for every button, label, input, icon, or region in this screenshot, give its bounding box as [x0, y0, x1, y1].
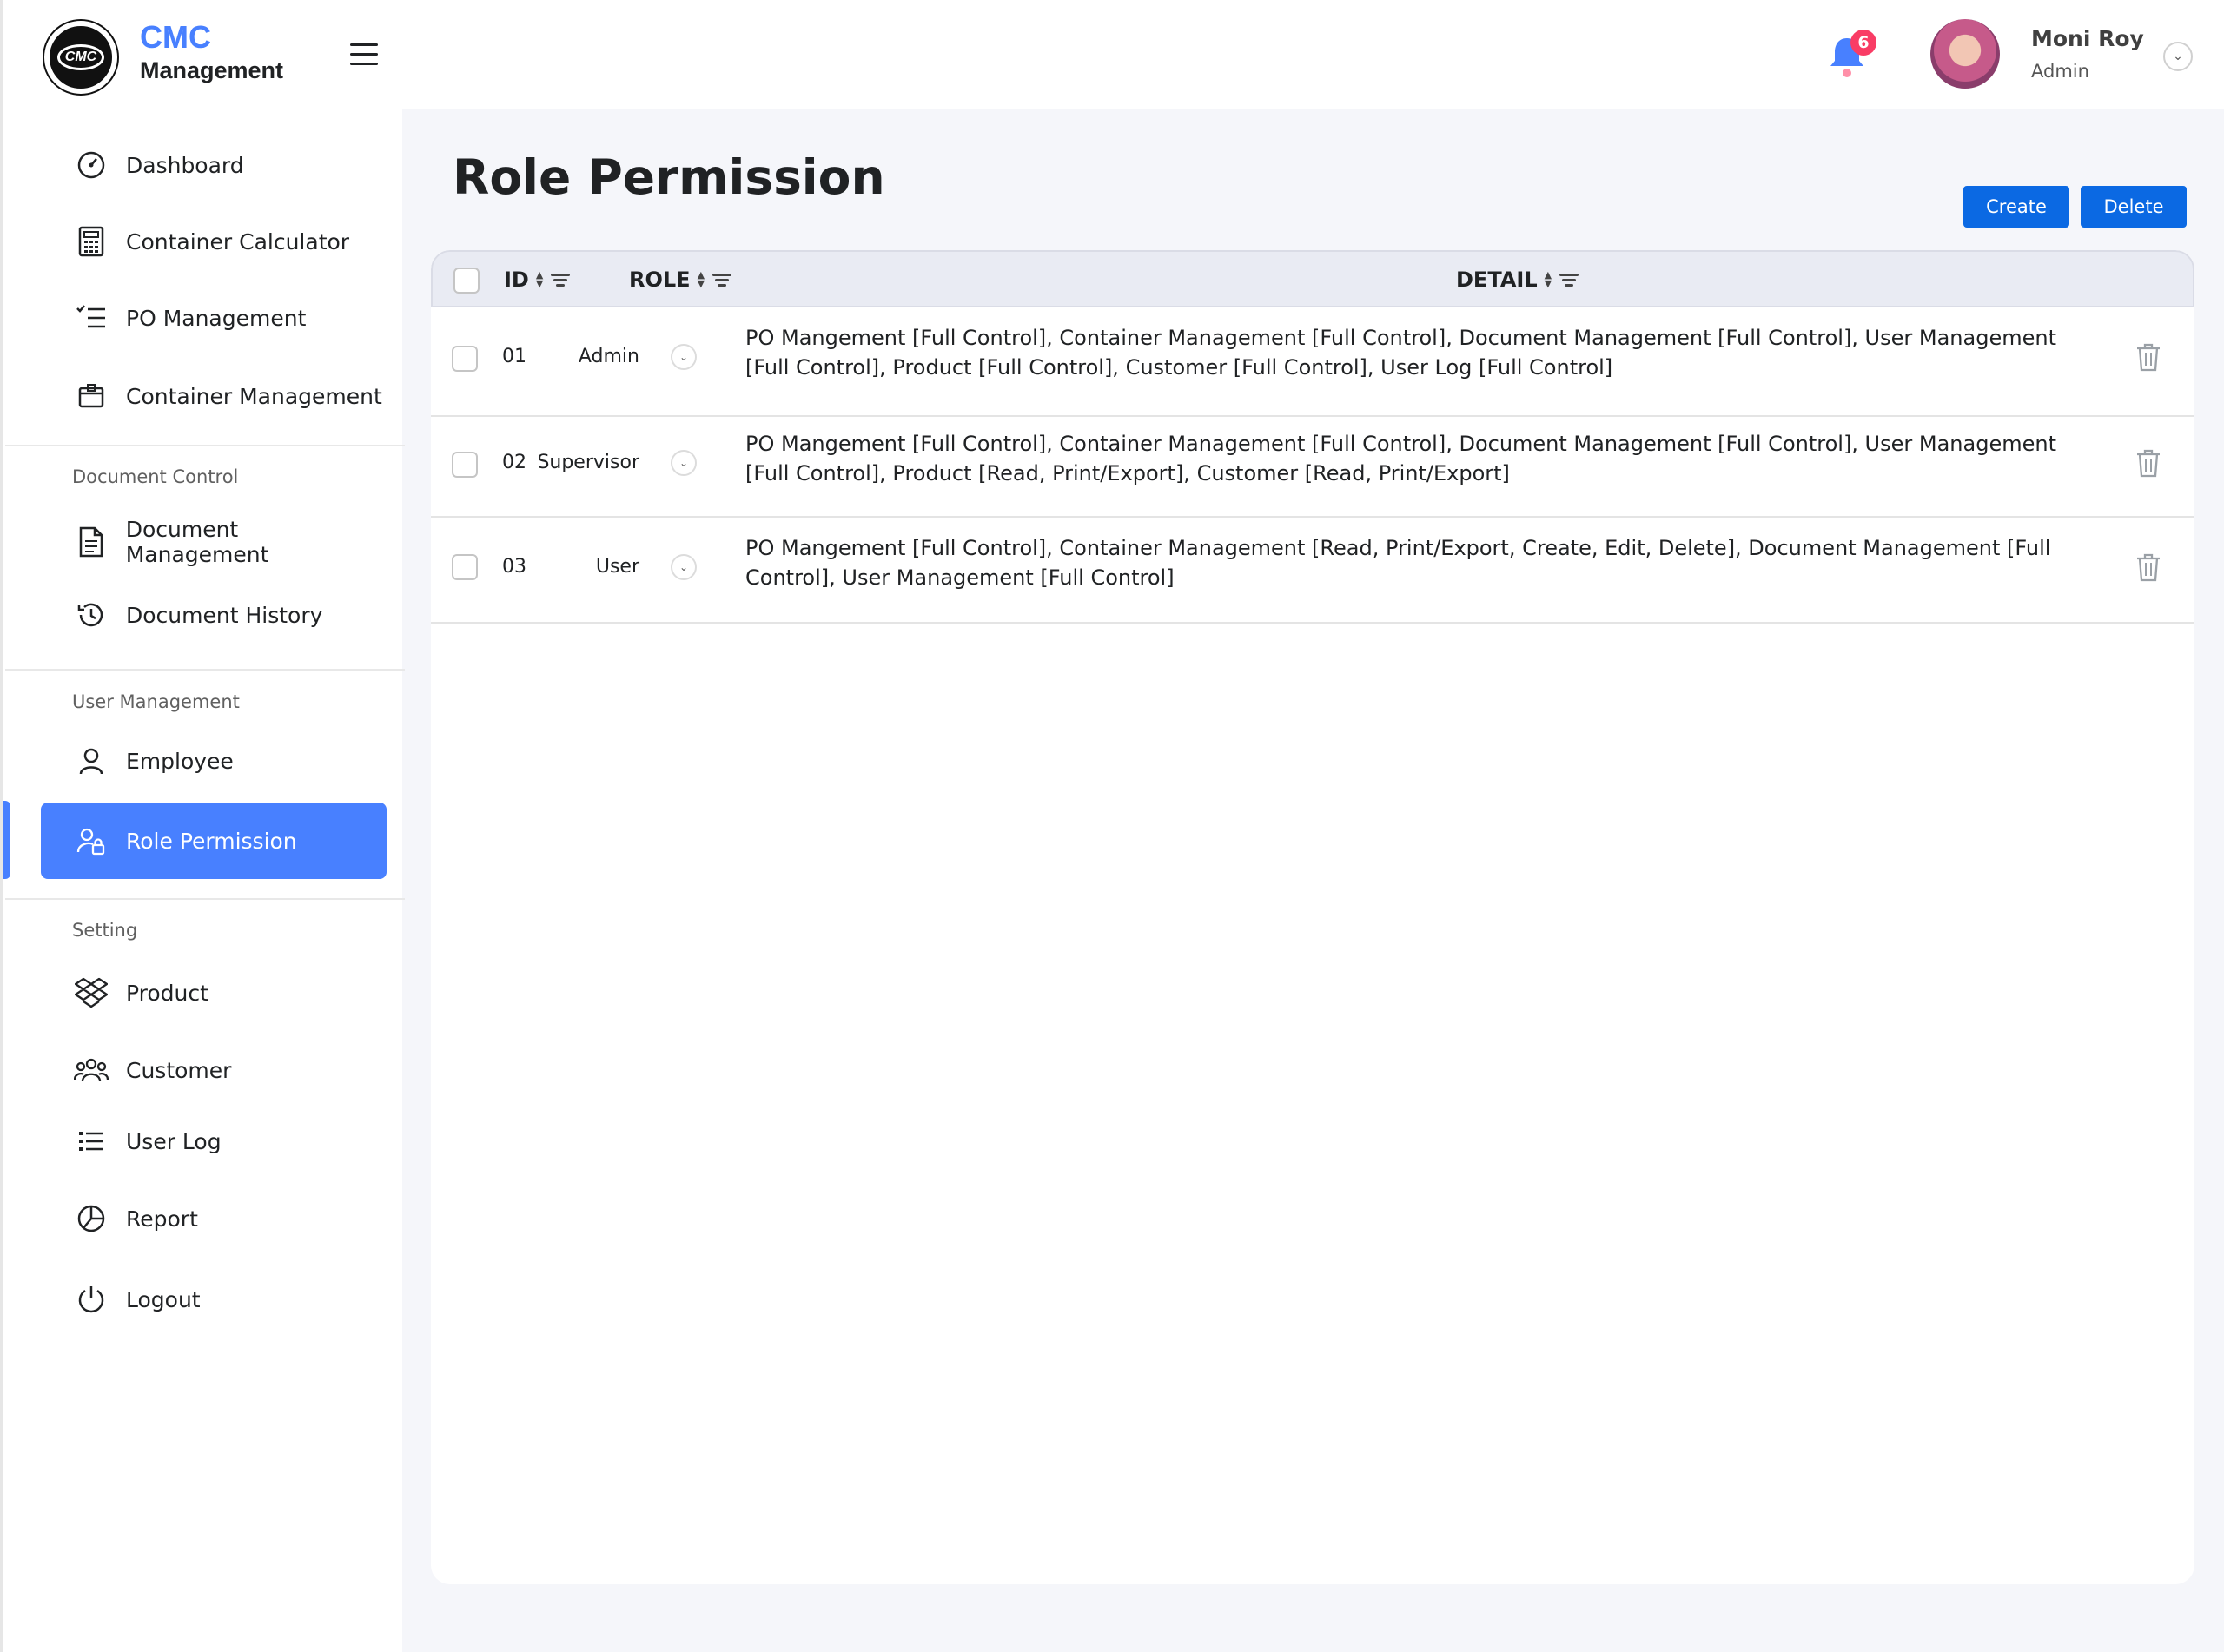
section-title-document-control: Document Control [72, 466, 239, 487]
sidebar-item-report[interactable]: Report [41, 1180, 387, 1257]
pie-icon [72, 1199, 110, 1238]
filter-icon[interactable] [712, 271, 732, 289]
sidebar-item-label: Dashboard [126, 152, 244, 178]
column-header-label: ROLE [629, 268, 691, 292]
sidebar-item-document-history[interactable]: Document History [41, 577, 387, 653]
calculator-icon [72, 222, 110, 261]
brand-logo[interactable]: CMC [44, 21, 117, 94]
user-icon [72, 742, 110, 780]
sidebar-item-label: PO Management [126, 305, 307, 331]
sidebar-item-label: Document Management [125, 517, 269, 567]
list-icon [72, 1122, 110, 1160]
brand-name: CMC [140, 19, 211, 55]
column-header-id: ID ▲ ▼ [504, 268, 571, 292]
avatar[interactable] [1930, 19, 2000, 89]
divider [5, 445, 405, 446]
user-lock-icon [72, 822, 110, 860]
role-dropdown-chevron-down-icon[interactable]: ⌄ [671, 450, 697, 476]
sort-icon[interactable]: ▲ ▼ [698, 270, 705, 288]
filter-icon[interactable] [1559, 271, 1579, 289]
divider [5, 669, 405, 671]
row-checkbox[interactable] [452, 452, 478, 478]
sidebar-item-label: Role Permission [126, 828, 297, 854]
sidebar-item-label: Employee [126, 748, 234, 774]
user-name: Moni Roy [2031, 26, 2144, 51]
sort-icon[interactable]: ▲ ▼ [536, 270, 543, 288]
delete-button[interactable]: Delete [2081, 186, 2187, 228]
trash-icon[interactable] [2135, 342, 2161, 372]
cell-id: 02 [502, 452, 526, 473]
column-header-detail: DETAIL ▲ ▼ [1456, 268, 1579, 292]
sidebar-item-employee[interactable]: Employee [41, 723, 387, 799]
dashboard-icon [72, 146, 110, 184]
sidebar-item-dashboard[interactable]: Dashboard [41, 127, 387, 203]
brand-subtitle: Management [140, 57, 284, 83]
trash-icon[interactable] [2135, 552, 2161, 582]
sidebar-item-container-calculator[interactable]: Container Calculator [41, 203, 387, 280]
active-indicator [3, 801, 10, 879]
role-permission-table: ID ▲ ▼ ROLE ▲ ▼ DETAIL ▲ ▼ 01 Admin ⌄ PO Ma… [431, 250, 2194, 1584]
checklist-icon [72, 299, 110, 337]
divider [5, 898, 405, 900]
section-title-setting: Setting [72, 920, 138, 941]
sidebar-item-po-management[interactable]: PO Management [41, 280, 387, 356]
table-header: ID ▲ ▼ ROLE ▲ ▼ DETAIL ▲ ▼ [431, 250, 2194, 307]
sidebar-item-logout[interactable]: Logout [41, 1261, 387, 1338]
sidebar-item-label: Container Management [126, 383, 382, 409]
role-dropdown-chevron-down-icon[interactable]: ⌄ [671, 554, 697, 580]
page-title: Role Permission [453, 149, 885, 205]
sidebar-item-user-log[interactable]: User Log [41, 1103, 387, 1180]
sidebar-item-label: Logout [126, 1286, 201, 1312]
sidebar-item-label: User Log [126, 1128, 222, 1154]
cell-detail: PO Mangement [Full Control], Container M… [745, 536, 2051, 590]
sidebar-item-label: Document History [126, 602, 323, 628]
cell-detail: PO Mangement [Full Control], Container M… [745, 326, 2056, 380]
cell-role: Supervisor [537, 452, 639, 473]
sidebar-item-role-permission[interactable]: Role Permission [41, 803, 387, 879]
table-row: 01 Admin ⌄ PO Mangement [Full Control], … [431, 307, 2194, 417]
profile-dropdown-chevron-down-icon[interactable]: ⌄ [2163, 42, 2193, 71]
column-header-label: DETAIL [1456, 268, 1538, 292]
history-icon [72, 596, 110, 634]
sidebar-item-product[interactable]: Product [41, 955, 387, 1031]
sidebar-item-label: Product [126, 980, 208, 1006]
column-header-label: ID [504, 268, 529, 292]
user-role: Admin [2031, 61, 2089, 82]
table-row: 03 User ⌄ PO Mangement [Full Control], C… [431, 518, 2194, 624]
sidebar-item-customer[interactable]: Customer [41, 1032, 387, 1108]
menu-toggle-button[interactable] [350, 43, 378, 66]
power-icon [72, 1280, 110, 1318]
sidebar-item-label: Customer [126, 1057, 232, 1083]
sidebar-item-document-management[interactable]: Document Management [41, 504, 387, 580]
cell-id: 01 [502, 346, 526, 367]
cell-id: 03 [502, 556, 526, 578]
sort-icon[interactable]: ▲ ▼ [1545, 270, 1552, 288]
row-checkbox[interactable] [452, 554, 478, 580]
filter-icon[interactable] [550, 271, 571, 289]
box-icon [72, 377, 110, 415]
group-icon [72, 1051, 110, 1089]
cell-role: Admin [578, 346, 639, 367]
cell-role: User [595, 556, 639, 578]
column-header-role: ROLE ▲ ▼ [629, 268, 732, 292]
sidebar-item-label: Container Calculator [126, 228, 350, 254]
notification-badge: 6 [1850, 30, 1876, 56]
document-icon [72, 523, 110, 561]
role-dropdown-chevron-down-icon[interactable]: ⌄ [671, 344, 697, 370]
section-title-user-management: User Management [72, 691, 240, 712]
logo-mark: CMC [57, 44, 104, 70]
create-button[interactable]: Create [1963, 186, 2069, 228]
sidebar-item-label: Report [126, 1206, 198, 1232]
sidebar-item-container-management[interactable]: Container Management [41, 358, 387, 434]
sidebar: CMC CMC Management Dashboard Container C… [0, 0, 405, 1652]
dropbox-icon [72, 974, 110, 1012]
table-row: 02 Supervisor ⌄ PO Mangement [Full Contr… [431, 417, 2194, 518]
trash-icon[interactable] [2135, 448, 2161, 478]
select-all-checkbox[interactable] [453, 268, 480, 294]
cell-detail: PO Mangement [Full Control], Container M… [745, 432, 2056, 486]
row-checkbox[interactable] [452, 346, 478, 372]
